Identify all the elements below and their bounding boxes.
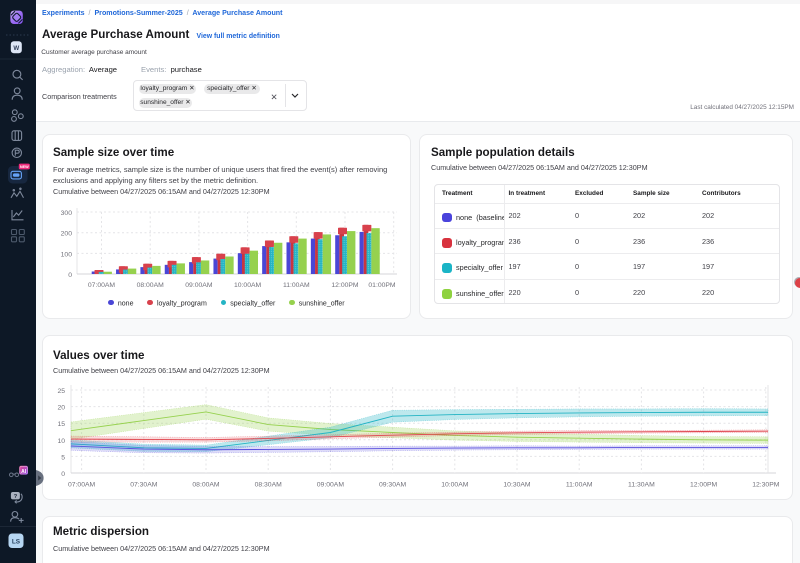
svg-text:12:00PM: 12:00PM: [690, 482, 718, 489]
svg-text:09:00AM: 09:00AM: [317, 482, 345, 489]
svg-text:?: ?: [14, 494, 18, 500]
svg-text:15: 15: [57, 421, 65, 428]
svg-text:0: 0: [68, 272, 72, 279]
svg-text:200: 200: [61, 231, 73, 238]
svg-text:11:00AM: 11:00AM: [566, 482, 593, 489]
svg-text:5: 5: [61, 454, 65, 461]
svg-text:07:00AM: 07:00AM: [88, 282, 116, 289]
svg-text:LS: LS: [12, 539, 21, 546]
svg-text:25: 25: [57, 388, 65, 395]
svg-text:AI: AI: [21, 469, 27, 475]
svg-text:08:00AM: 08:00AM: [137, 282, 165, 289]
svg-text:08:30AM: 08:30AM: [255, 482, 283, 489]
svg-text:11:30AM: 11:30AM: [628, 482, 655, 489]
svg-text:10: 10: [57, 438, 65, 445]
svg-text:0: 0: [61, 471, 65, 478]
svg-text:11:00AM: 11:00AM: [283, 282, 310, 289]
svg-text:10:00AM: 10:00AM: [234, 282, 262, 289]
svg-text:07:00AM: 07:00AM: [68, 482, 96, 489]
svg-text:10:30AM: 10:30AM: [503, 482, 531, 489]
svg-text:12:00PM: 12:00PM: [331, 282, 359, 289]
svg-text:100: 100: [61, 251, 73, 258]
svg-text:09:00AM: 09:00AM: [185, 282, 213, 289]
svg-text:07:30AM: 07:30AM: [130, 482, 158, 489]
svg-text:NEW: NEW: [20, 165, 29, 169]
svg-text:09:30AM: 09:30AM: [379, 482, 407, 489]
svg-text:20: 20: [57, 405, 65, 412]
svg-text:W: W: [13, 45, 19, 52]
svg-text:01:00PM: 01:00PM: [368, 282, 396, 289]
svg-text:300: 300: [61, 210, 73, 217]
svg-text:10:00AM: 10:00AM: [441, 482, 469, 489]
svg-text:08:00AM: 08:00AM: [192, 482, 220, 489]
svg-text:12:30PM: 12:30PM: [752, 482, 780, 489]
